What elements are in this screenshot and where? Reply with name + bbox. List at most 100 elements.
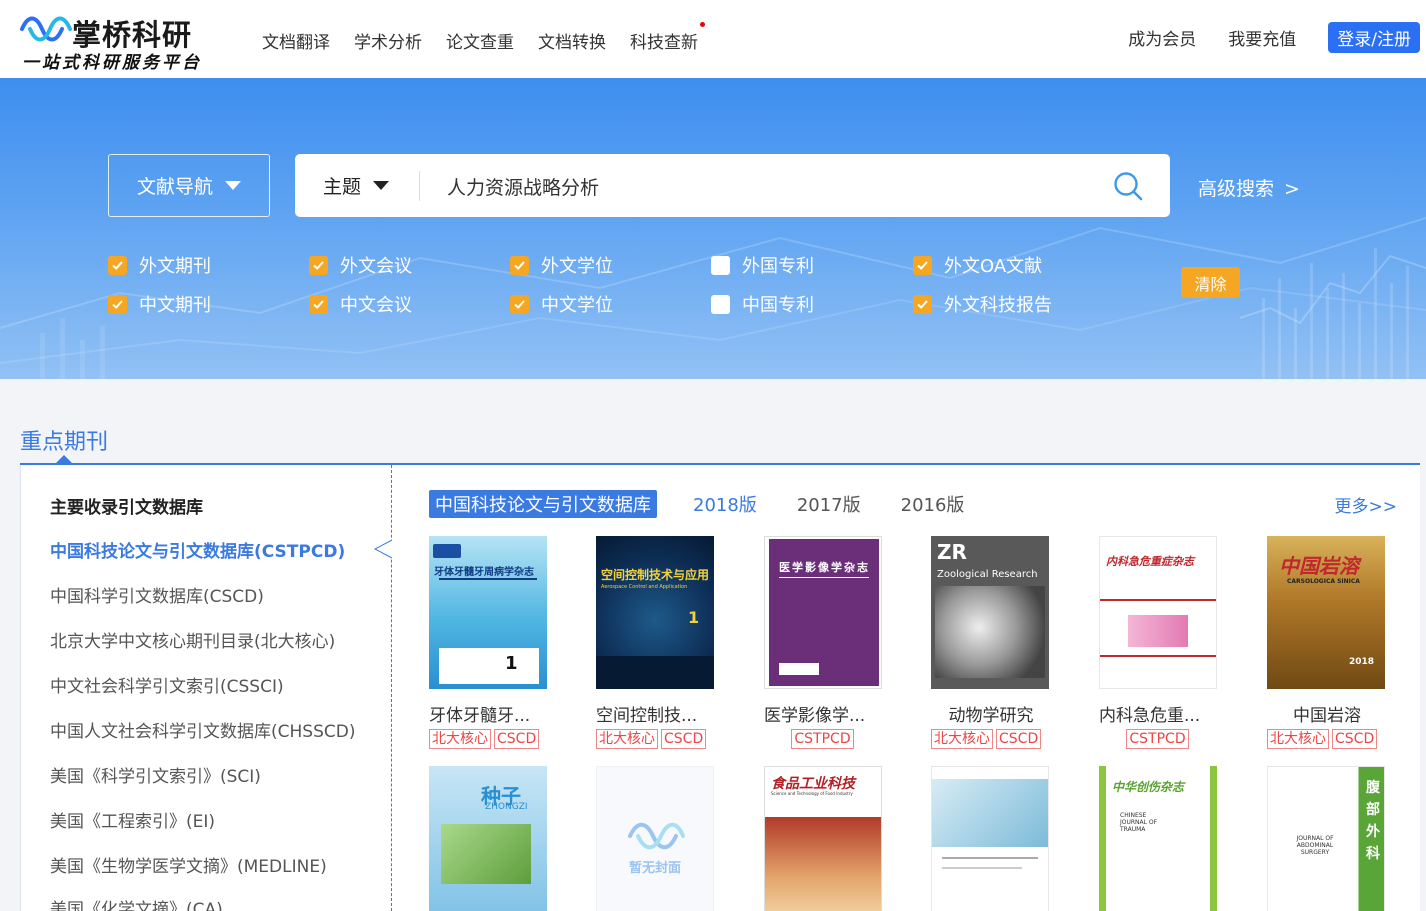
advanced-search-label: 高级搜索 (1198, 178, 1275, 200)
sidebar-item-ei[interactable]: 美国《工程索引》(EI) (50, 807, 215, 832)
sidebar-item-ca[interactable]: 美国《化学文摘》(CA) (50, 895, 223, 911)
login-register-button[interactable]: 登录/注册 (1328, 22, 1420, 53)
filter-foreign-oa[interactable]: 外文OA文献 (913, 252, 1042, 278)
journal-cover[interactable]: 腹部外科 JOURNAL OF ABDOMINAL SURGERY (1267, 766, 1385, 911)
checkbox-unchecked-icon (711, 255, 730, 275)
nav-novelty-search[interactable]: 科技查新 (630, 22, 705, 53)
clear-filters-button[interactable]: 清除 (1181, 267, 1240, 298)
journal-cover[interactable] (931, 766, 1049, 911)
cover-subtitle: CHINESE JOURNAL OF TRAUMA (1120, 812, 1158, 833)
journal-name[interactable]: 空间控制技... (596, 701, 732, 726)
checkbox-checked-icon (309, 294, 328, 314)
cover-title: 医学影像学杂志 (779, 561, 870, 574)
nav-doc-convert[interactable]: 文档转换 (538, 28, 606, 53)
journal-cover[interactable]: 空间控制技术与应用 Aerospace Control and Applicat… (596, 536, 714, 689)
tab-cstpcd[interactable]: 中国科技论文与引文数据库 (429, 490, 657, 518)
filter-label: 外文学位 (541, 256, 613, 277)
cover-issue-number: 1 (505, 653, 518, 674)
cover-rule (1100, 599, 1216, 601)
logo-wave-icon (628, 822, 685, 850)
site-logo[interactable]: 掌桥科研 一站式科研服务平台 (20, 10, 220, 73)
journal-name[interactable]: 医学影像学... (764, 701, 900, 726)
journal-cover[interactable]: 食品工业科技 Science and Technology of Food In… (764, 766, 882, 911)
logo-wave-icon (20, 16, 72, 42)
journal-tags: 北大核心 CSCD (429, 729, 569, 749)
cover-title: 牙体牙髓牙周病学杂志 (434, 567, 534, 578)
journal-tags: 北大核心 CSCD (1267, 729, 1407, 749)
become-member-link[interactable]: 成为会员 (1128, 25, 1196, 50)
sidebar-item-pku-core[interactable]: 北京大学中文核心期刊目录(北大核心) (50, 627, 335, 652)
journal-cover[interactable]: ZR Zoological Research (931, 536, 1049, 689)
nav-doc-translate[interactable]: 文档翻译 (262, 28, 330, 53)
logo-slogan: 一站式科研服务平台 (22, 53, 202, 73)
journal-cover-placeholder[interactable]: 暂无封面 (596, 766, 714, 911)
sidebar-item-cstpcd[interactable]: 中国科技论文与引文数据库(CSTPCD) (50, 537, 345, 562)
cover-photo (441, 824, 531, 884)
cover-rule-2 (1100, 655, 1216, 657)
filter-foreign-patent[interactable]: 外国专利 (711, 252, 814, 278)
cover-photo (932, 779, 1048, 847)
cover-rule-2 (942, 867, 1022, 869)
journal-cover[interactable]: 内科急危重症杂志 (1099, 536, 1217, 689)
recharge-link[interactable]: 我要充值 (1228, 25, 1296, 50)
nav-plagiarism-check[interactable]: 论文查重 (446, 28, 514, 53)
chevron-down-icon (373, 181, 390, 190)
journal-cover[interactable]: 中国岩溶 CARSOLOGICA SINICA 2018 (1267, 536, 1385, 689)
journal-name[interactable]: 动物学研究 (931, 701, 1051, 726)
filter-foreign-tech-report[interactable]: 外文科技报告 (913, 291, 1052, 317)
advanced-search-link[interactable]: 高级搜索 > (1198, 174, 1300, 201)
filter-cn-patent[interactable]: 中国专利 (711, 291, 814, 317)
search-input[interactable] (447, 166, 1087, 206)
citation-db-sidebar: 主要收录引文数据库 中国科技论文与引文数据库(CSTPCD) 中国科学引文数据库… (21, 465, 392, 911)
tab-2016[interactable]: 2016版 (901, 491, 965, 517)
sidebar-item-chsscd[interactable]: 中国人文社会科学引文数据库(CHSSCD) (50, 717, 355, 742)
filter-label: 外文会议 (340, 256, 412, 277)
journal-cover[interactable]: 牙体牙髓牙周病学杂志 1 (429, 536, 547, 689)
cover-subtitle: JOURNAL OF ABDOMINAL SURGERY (1296, 835, 1334, 856)
journal-cover[interactable]: 种子 ZHONGZI (429, 766, 547, 911)
nav-academic-analysis[interactable]: 学术分析 (354, 28, 422, 53)
sidebar-item-cssci[interactable]: 中文社会科学引文索引(CSSCI) (50, 672, 284, 697)
sidebar-item-cscd[interactable]: 中国科学引文数据库(CSCD) (50, 582, 264, 607)
tag-badge: CSCD (661, 729, 707, 749)
filter-cn-journal[interactable]: 中文期刊 (108, 291, 211, 317)
sidebar-item-medline[interactable]: 美国《生物学医学文摘》(MEDLINE) (50, 852, 327, 877)
journal-name[interactable]: 中国岩溶 (1267, 701, 1387, 726)
more-link[interactable]: 更多>> (1335, 492, 1398, 517)
tag-badge: CSCD (996, 729, 1042, 749)
journal-name[interactable]: 牙体牙髓牙... (429, 701, 565, 726)
filter-cn-degree[interactable]: 中文学位 (510, 291, 613, 317)
header-actions: 成为会员 我要充值 登录/注册 (1128, 22, 1420, 53)
checkbox-checked-icon (108, 255, 127, 275)
journals-panel: 主要收录引文数据库 中国科技论文与引文数据库(CSTPCD) 中国科学引文数据库… (20, 465, 1420, 911)
sidebar-item-sci[interactable]: 美国《科学引文索引》(SCI) (50, 762, 261, 787)
filter-foreign-conference[interactable]: 外文会议 (309, 252, 412, 278)
search-box: 主题 (295, 154, 1170, 217)
cover-subtitle: Science and Technology of Food Industry (771, 791, 853, 796)
active-pointer-icon (373, 539, 393, 559)
chevron-down-icon (225, 181, 241, 190)
journal-cover[interactable]: 医学影像学杂志 (764, 536, 882, 689)
cover-issue-number: 1 (688, 608, 700, 627)
tab-2017[interactable]: 2017版 (797, 491, 861, 517)
filter-cn-conference[interactable]: 中文会议 (309, 291, 412, 317)
filter-foreign-journal[interactable]: 外文期刊 (108, 252, 211, 278)
cover-title: ZR (937, 540, 967, 564)
no-cover-label: 暂无封面 (629, 861, 682, 876)
filter-label: 中文会议 (340, 295, 412, 316)
filter-label: 中国专利 (742, 295, 814, 316)
library-nav-dropdown[interactable]: 文献导航 (108, 154, 270, 217)
top-header: 掌桥科研 一站式科研服务平台 文档翻译 学术分析 论文查重 文档转换 科技查新 … (0, 0, 1426, 78)
search-icon[interactable] (1112, 170, 1144, 202)
journal-name[interactable]: 内科急危重... (1099, 701, 1235, 726)
search-field-select[interactable]: 主题 (323, 154, 390, 217)
tab-2018[interactable]: 2018版 (693, 491, 757, 517)
journal-cover[interactable]: 中华创伤杂志 CHINESE JOURNAL OF TRAUMA (1099, 766, 1217, 911)
filter-label: 外文期刊 (139, 256, 211, 277)
checkbox-checked-icon (108, 294, 127, 314)
cover-photo (765, 817, 881, 911)
sidebar-heading: 主要收录引文数据库 (50, 498, 203, 518)
filter-foreign-degree[interactable]: 外文学位 (510, 252, 613, 278)
filter-label: 中文期刊 (139, 295, 211, 316)
section-pointer (56, 455, 72, 463)
